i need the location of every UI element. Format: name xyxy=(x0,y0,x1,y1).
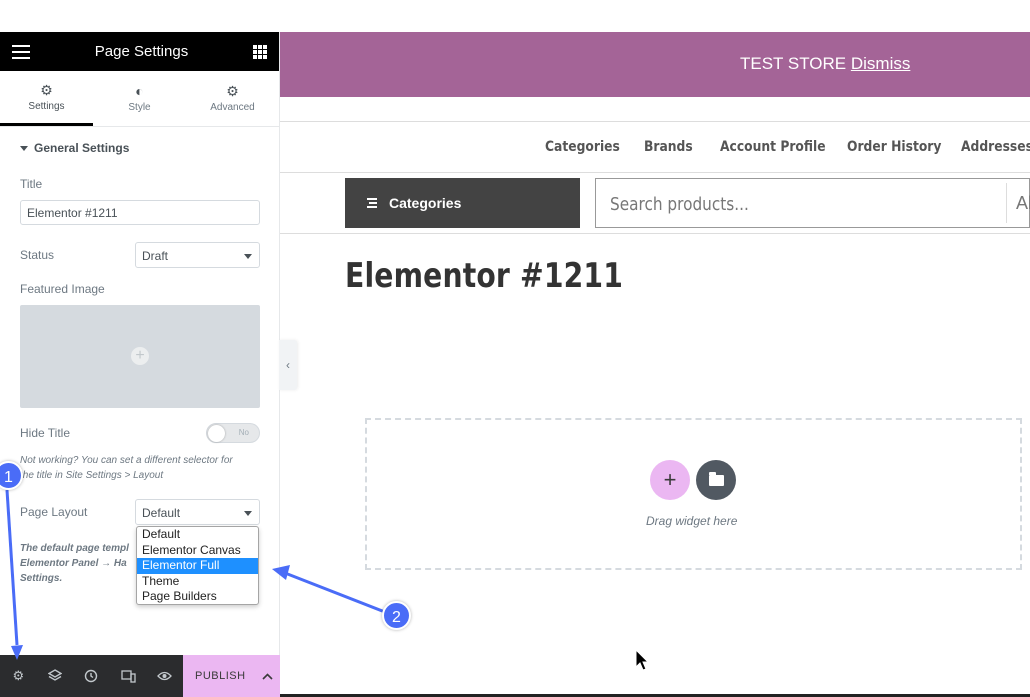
mouse-cursor-icon xyxy=(635,648,650,671)
arrow-2-line xyxy=(284,571,386,614)
arrow-1-line xyxy=(5,489,19,646)
arrow-2-head xyxy=(272,565,290,580)
arrow-1-head xyxy=(11,645,23,660)
annotation-marker-2: 2 xyxy=(382,601,411,630)
annotation-arrows xyxy=(5,489,650,671)
